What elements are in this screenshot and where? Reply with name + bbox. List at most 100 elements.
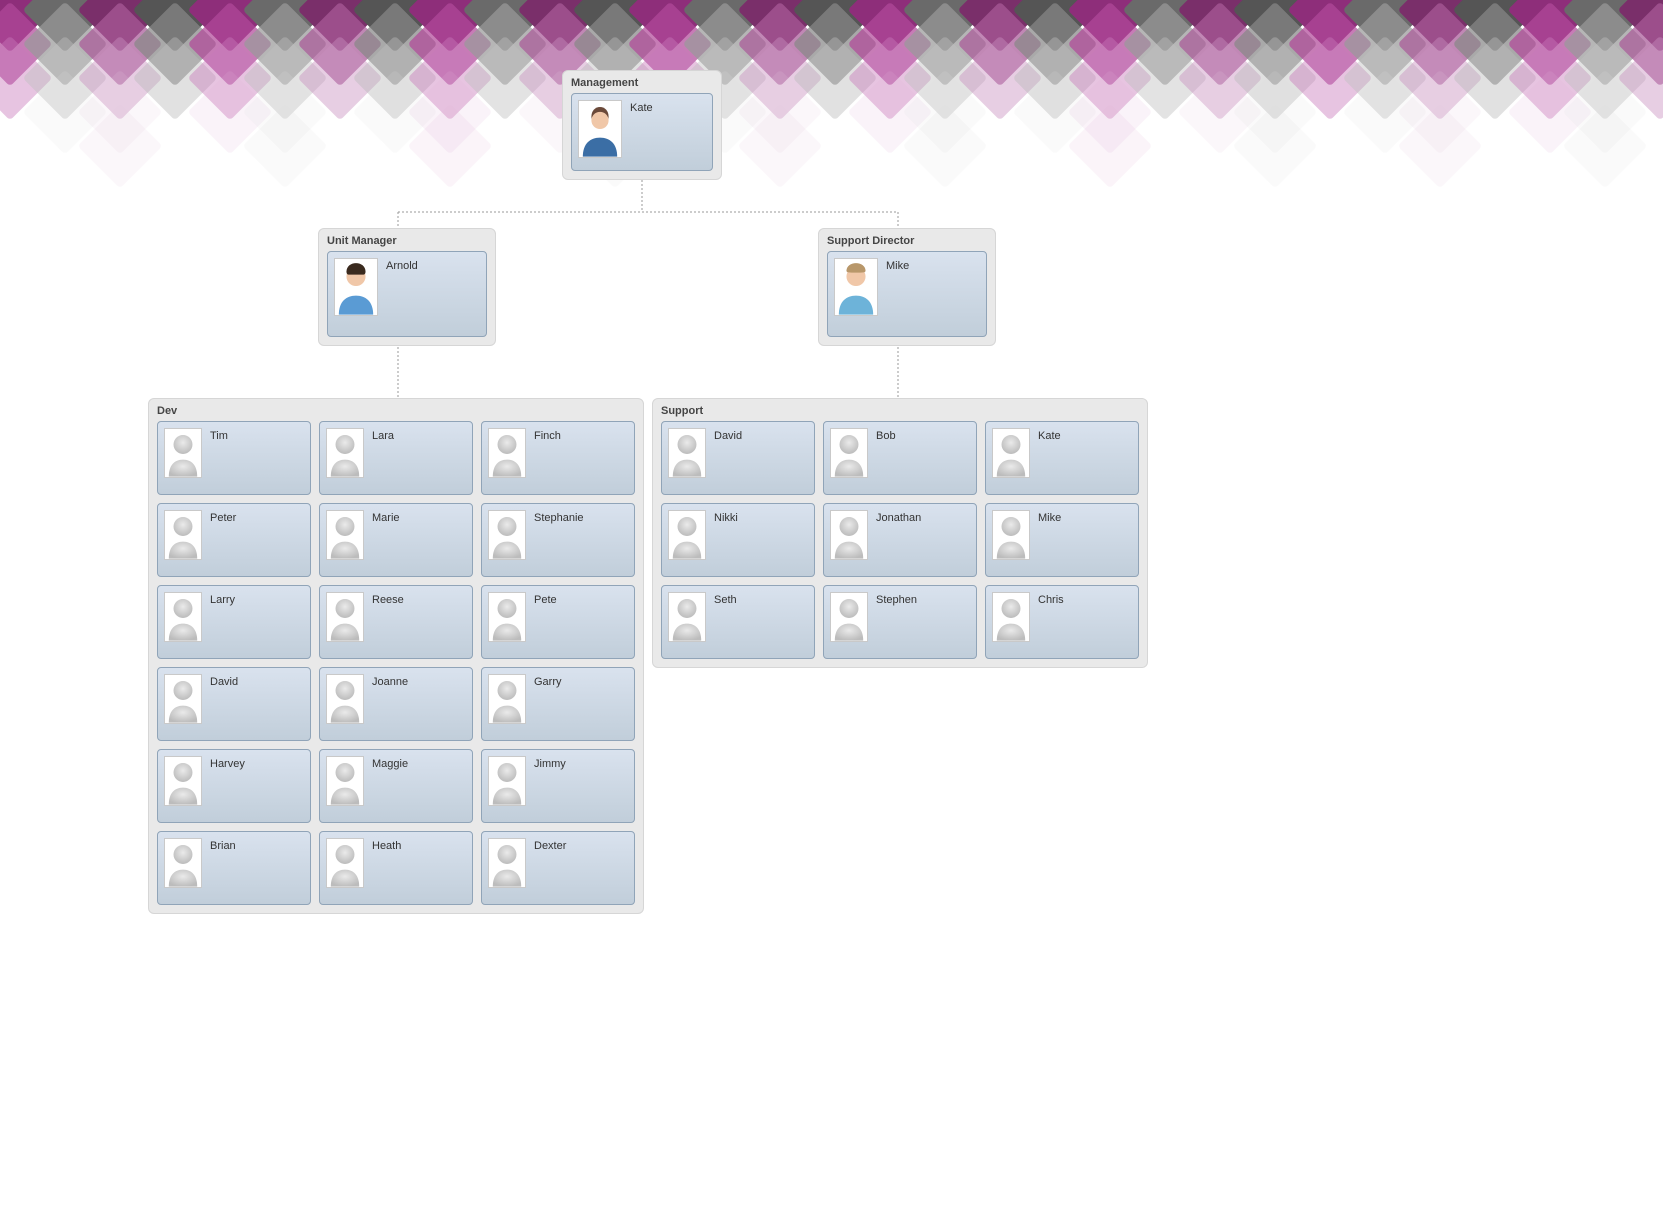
card-member[interactable]: Lara <box>319 421 473 495</box>
card-member[interactable]: Nikki <box>661 503 815 577</box>
avatar-placeholder-icon <box>488 592 526 642</box>
card-support-director[interactable]: Mike <box>827 251 987 337</box>
card-name: Finch <box>534 430 561 442</box>
avatar-photo <box>578 100 622 158</box>
card-name: Dexter <box>534 840 566 852</box>
avatar-placeholder-icon <box>488 510 526 560</box>
avatar-placeholder-icon <box>164 838 202 888</box>
card-member[interactable]: Larry <box>157 585 311 659</box>
card-name: Marie <box>372 512 400 524</box>
card-name: Joanne <box>372 676 408 688</box>
avatar-placeholder-icon <box>326 428 364 478</box>
group-support-director-title: Support Director <box>827 235 987 247</box>
avatar-placeholder-icon <box>326 674 364 724</box>
card-member[interactable]: David <box>661 421 815 495</box>
avatar-placeholder-icon <box>326 592 364 642</box>
card-name: Chris <box>1038 594 1064 606</box>
card-member[interactable]: Harvey <box>157 749 311 823</box>
card-member[interactable]: Maggie <box>319 749 473 823</box>
avatar-placeholder-icon <box>326 510 364 560</box>
card-member[interactable]: Tim <box>157 421 311 495</box>
avatar-placeholder-icon <box>488 756 526 806</box>
card-unit-manager[interactable]: Arnold <box>327 251 487 337</box>
group-management[interactable]: Management Kate <box>562 70 722 180</box>
card-name: Jonathan <box>876 512 921 524</box>
avatar-placeholder-icon <box>326 838 364 888</box>
card-name: Maggie <box>372 758 408 770</box>
card-member[interactable]: Reese <box>319 585 473 659</box>
avatar-placeholder-icon <box>164 756 202 806</box>
card-name: Kate <box>1038 430 1061 442</box>
group-support-title: Support <box>661 405 1139 417</box>
card-member[interactable]: Brian <box>157 831 311 905</box>
card-name: Seth <box>714 594 737 606</box>
card-member[interactable]: Marie <box>319 503 473 577</box>
card-name: Mike <box>886 260 909 272</box>
card-name: Heath <box>372 840 401 852</box>
card-member[interactable]: Jonathan <box>823 503 977 577</box>
card-member[interactable]: Dexter <box>481 831 635 905</box>
avatar-placeholder-icon <box>164 674 202 724</box>
avatar-placeholder-icon <box>830 592 868 642</box>
avatar-placeholder-icon <box>488 428 526 478</box>
avatar-placeholder-icon <box>668 428 706 478</box>
avatar-placeholder-icon <box>164 510 202 560</box>
card-name: Larry <box>210 594 235 606</box>
card-name: Tim <box>210 430 228 442</box>
card-name: Garry <box>534 676 562 688</box>
avatar-placeholder-icon <box>830 428 868 478</box>
card-member[interactable]: Joanne <box>319 667 473 741</box>
card-name: Nikki <box>714 512 738 524</box>
avatar-placeholder-icon <box>488 674 526 724</box>
card-member[interactable]: Heath <box>319 831 473 905</box>
group-support-director[interactable]: Support Director Mike <box>818 228 996 346</box>
card-name: Stephanie <box>534 512 584 524</box>
card-name: Peter <box>210 512 236 524</box>
card-name: Brian <box>210 840 236 852</box>
group-dev[interactable]: Dev Tim Lara <box>148 398 644 914</box>
card-member[interactable]: Peter <box>157 503 311 577</box>
card-member[interactable]: Bob <box>823 421 977 495</box>
avatar-photo <box>834 258 878 316</box>
card-member[interactable]: Kate <box>985 421 1139 495</box>
avatar-placeholder-icon <box>992 510 1030 560</box>
avatar-photo <box>334 258 378 316</box>
card-member[interactable]: David <box>157 667 311 741</box>
card-member[interactable]: Garry <box>481 667 635 741</box>
avatar-placeholder-icon <box>668 510 706 560</box>
card-member[interactable]: Seth <box>661 585 815 659</box>
card-name: Mike <box>1038 512 1061 524</box>
card-name: Pete <box>534 594 557 606</box>
avatar-placeholder-icon <box>326 756 364 806</box>
avatar-placeholder-icon <box>164 592 202 642</box>
avatar-placeholder-icon <box>992 428 1030 478</box>
card-name: Lara <box>372 430 394 442</box>
group-unit-manager-title: Unit Manager <box>327 235 487 247</box>
group-management-title: Management <box>571 77 713 89</box>
avatar-placeholder-icon <box>164 428 202 478</box>
group-dev-title: Dev <box>157 405 635 417</box>
avatar-placeholder-icon <box>830 510 868 560</box>
card-management[interactable]: Kate <box>571 93 713 171</box>
card-name: Arnold <box>386 260 418 272</box>
card-member[interactable]: Pete <box>481 585 635 659</box>
card-member[interactable]: Mike <box>985 503 1139 577</box>
avatar-placeholder-icon <box>992 592 1030 642</box>
card-member[interactable]: Jimmy <box>481 749 635 823</box>
dev-grid: Tim Lara Finch <box>157 421 635 905</box>
card-name: David <box>714 430 742 442</box>
card-member[interactable]: Chris <box>985 585 1139 659</box>
card-member[interactable]: Stephanie <box>481 503 635 577</box>
group-unit-manager[interactable]: Unit Manager Arnold <box>318 228 496 346</box>
card-name: Stephen <box>876 594 917 606</box>
avatar-placeholder-icon <box>668 592 706 642</box>
group-support[interactable]: Support David Bob <box>652 398 1148 668</box>
card-member[interactable]: Stephen <box>823 585 977 659</box>
avatar-placeholder-icon <box>488 838 526 888</box>
card-name: Bob <box>876 430 896 442</box>
card-name: Reese <box>372 594 404 606</box>
card-member[interactable]: Finch <box>481 421 635 495</box>
card-name: Kate <box>630 102 653 114</box>
card-name: Harvey <box>210 758 245 770</box>
org-chart: Management Kate Unit Manager <box>0 0 1663 1220</box>
